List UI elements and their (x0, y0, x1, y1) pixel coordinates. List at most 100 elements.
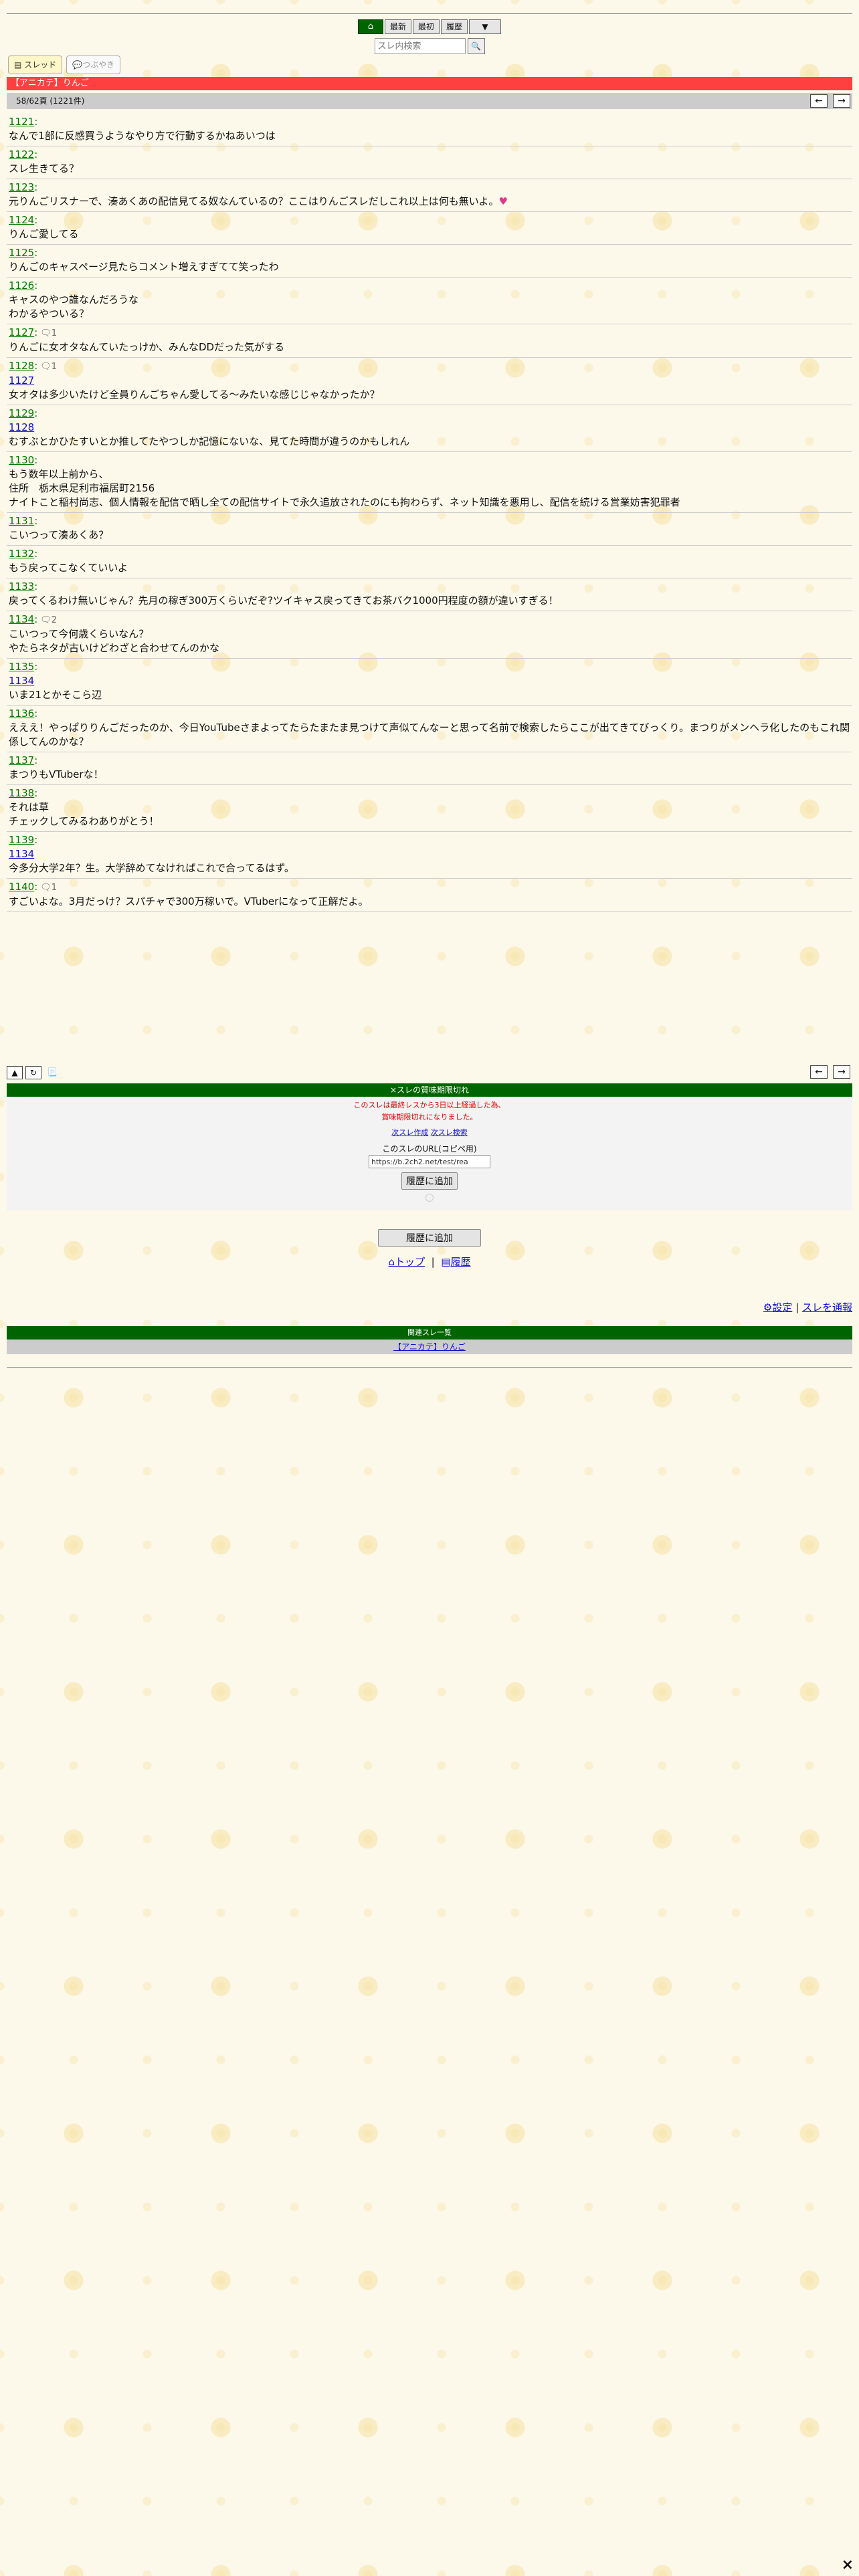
related-thread-link[interactable]: 【アニカテ】りんご (393, 1342, 466, 1352)
post-body: スレ生きてる？ (9, 163, 80, 175)
first-button[interactable]: 最初 (412, 19, 440, 34)
reply-anchor[interactable]: 1127 (9, 374, 850, 388)
post: 1128: 🗨1 1127 女オタは多少いたけど全員りんごちゃん愛してる〜みたいな… (7, 358, 852, 405)
post-body-line: ナイトこと稲村尚志、個人情報を配信で晒し全ての配信サイトで永久追放されたのにも拘… (9, 496, 680, 508)
post-body: 女オタは多少いたけど全員りんごちゃん愛してる〜みたいな感じじゃなかったか？ (9, 389, 380, 401)
post-number[interactable]: 1131 (9, 515, 34, 527)
reload-button[interactable]: ↻ (25, 1066, 41, 1079)
post: 1134: 🗨2 こいつって今何歳くらいなん？ やたらネタが古いけどわざと合わせて… (7, 611, 852, 659)
post: 1129: 1128 むすぶとかひたすいとか推してたやつしか記憶にないな、見てた… (7, 405, 852, 452)
thread-title: 【アニカテ】りんご (7, 77, 852, 90)
scroll-top-button[interactable]: ▲ (7, 1066, 23, 1079)
post-number[interactable]: 1124 (9, 214, 34, 226)
post-number[interactable]: 1121 (9, 116, 34, 128)
post-body: もう戻ってこなくていいよ (9, 562, 128, 574)
post: 1125: りんごのキャスページ見たらコメント増えすぎてて笑ったわ (7, 245, 852, 278)
tab-thread[interactable]: ▤ スレッド (8, 56, 63, 74)
arrow-left-icon: ← (815, 96, 823, 106)
gear-icon: ⚙ (763, 1301, 773, 1313)
comment-icon: 🗨 (40, 883, 52, 893)
post-number[interactable]: 1127 (9, 326, 34, 338)
history-link[interactable]: ▤履歴 (441, 1256, 470, 1268)
triangle-up-icon: ▲ (11, 1068, 18, 1077)
post-body: りんごのキャスページ見たらコメント増えすぎてて笑ったわ (9, 261, 279, 273)
post: 1137: まつりもVTuberな！ (7, 752, 852, 785)
post: 1127: 🗨1 りんごに女オタなんていたっけか、みんなDDだった気がする (7, 324, 852, 358)
post-body-line: チェックしてみるわありがとう！ (9, 815, 159, 827)
arrow-right-icon: → (838, 1067, 846, 1077)
report-thread-link[interactable]: スレを通報 (802, 1301, 852, 1313)
tab-tsubuyaki-label: つぶやき (82, 60, 115, 70)
reply-anchor[interactable]: 1128 (9, 421, 850, 435)
tab-thread-label: スレッド (24, 60, 57, 70)
search-next-thread-link[interactable]: 次スレ検索 (431, 1128, 468, 1137)
reply-count[interactable]: 🗨1 (40, 883, 57, 893)
home-icon: ⌂ (388, 1256, 395, 1268)
post-number[interactable]: 1129 (9, 407, 34, 419)
post-number[interactable]: 1136 (9, 708, 34, 720)
post-number[interactable]: 1132 (9, 548, 34, 560)
add-history-button-2[interactable]: 履歴に追加 (378, 1229, 481, 1247)
post: 1130: もう数年以上前から、 住所 栃木県足利市福居町2156 ナイトこと稲… (7, 452, 852, 513)
arrow-right-icon: → (838, 96, 846, 106)
post-body: りんご愛してる (9, 228, 79, 240)
post-body-line: 住所 栃木県足利市福居町2156 (9, 482, 155, 494)
history-button[interactable]: 履歴 (441, 19, 468, 34)
reply-count[interactable]: 🗨1 (40, 328, 57, 338)
view-tabs: ▤ スレッド 💬つぶやき (8, 56, 124, 74)
post-number[interactable]: 1130 (9, 454, 34, 466)
reply-anchor[interactable]: 1134 (9, 847, 850, 861)
next-page-button[interactable]: → (833, 94, 850, 108)
post-number[interactable]: 1125 (9, 247, 34, 259)
post: 1126: キャスのやつ誰なんだろうな わかるやついる？ (7, 278, 852, 324)
thread-list-button[interactable]: 📃 (44, 1066, 60, 1079)
post-body: なんで1部に反感買うようなやり方で行動するかねあいつは (9, 130, 276, 142)
prev-page-button-bottom[interactable]: ← (810, 1065, 828, 1079)
more-menu-button[interactable]: ▼ (469, 19, 502, 34)
top-nav: ⌂ 最新 最初 履歴 ▼ (0, 19, 859, 34)
post-number[interactable]: 1137 (9, 754, 34, 766)
post-number[interactable]: 1123 (9, 181, 34, 193)
post-body: もう数年以上前から、 (9, 468, 109, 480)
add-history-button[interactable]: 履歴に追加 (401, 1172, 458, 1190)
post-number[interactable]: 1134 (9, 613, 34, 625)
reply-count-value: 1 (51, 362, 58, 372)
top-link[interactable]: ⌂トップ (389, 1256, 425, 1268)
post-number[interactable]: 1128 (9, 360, 34, 372)
post-number[interactable]: 1139 (9, 834, 34, 846)
post-number[interactable]: 1133 (9, 580, 34, 593)
settings-label: 設定 (772, 1301, 793, 1313)
thread-url-field[interactable] (369, 1155, 490, 1168)
post-number[interactable]: 1126 (9, 280, 34, 292)
threads-icon: 📃 (47, 1067, 58, 1077)
post: 1122: スレ生きてる？ (7, 146, 852, 179)
reply-anchor[interactable]: 1134 (9, 674, 850, 688)
expired-message-line1: このスレは最終レスから3日以上経過した為、 (353, 1101, 506, 1109)
next-page-button-bottom[interactable]: → (833, 1065, 850, 1079)
post-number[interactable]: 1138 (9, 787, 34, 799)
post-body: いま21とかそこら辺 (9, 689, 102, 701)
home-button[interactable]: ⌂ (357, 19, 383, 34)
prev-page-button[interactable]: ← (810, 94, 828, 108)
expired-header: ×スレの質味期限切れ (7, 1083, 852, 1097)
post-number[interactable]: 1140 (9, 881, 34, 893)
page-info: 58/62頁 (1221件) (16, 96, 85, 106)
post-number[interactable]: 1122 (9, 148, 34, 160)
post: 1133: 戻ってくるわけ無いじゃん？先月の稼ぎ300万くらいだぞ?ツイキャス戻… (7, 578, 852, 611)
post-number[interactable]: 1135 (9, 661, 34, 673)
search-button[interactable]: 🔍 (467, 38, 485, 54)
tab-tsubuyaki[interactable]: 💬つぶやき (66, 56, 121, 74)
settings-link[interactable]: ⚙設定 (763, 1301, 792, 1313)
bookmark-icon: ▤ (441, 1256, 451, 1268)
thread-search: 🔍 (0, 38, 859, 54)
post: 1123: 元りんごリスナーで、湊あくあの配信見てる奴なんているの？ここはりんご… (7, 179, 852, 212)
reply-count[interactable]: 🗨1 (40, 362, 57, 372)
create-next-thread-link[interactable]: 次スレ作成 (391, 1128, 428, 1137)
bottom-divider (7, 1367, 852, 1368)
thread-search-input[interactable] (374, 38, 466, 54)
post-body: キャスのやつ誰なんだろうな (9, 294, 139, 306)
post-body: それは草 (9, 801, 50, 813)
reply-count[interactable]: 🗨2 (40, 615, 57, 625)
close-icon[interactable]: × (842, 2557, 854, 2573)
latest-button[interactable]: 最新 (384, 19, 411, 34)
